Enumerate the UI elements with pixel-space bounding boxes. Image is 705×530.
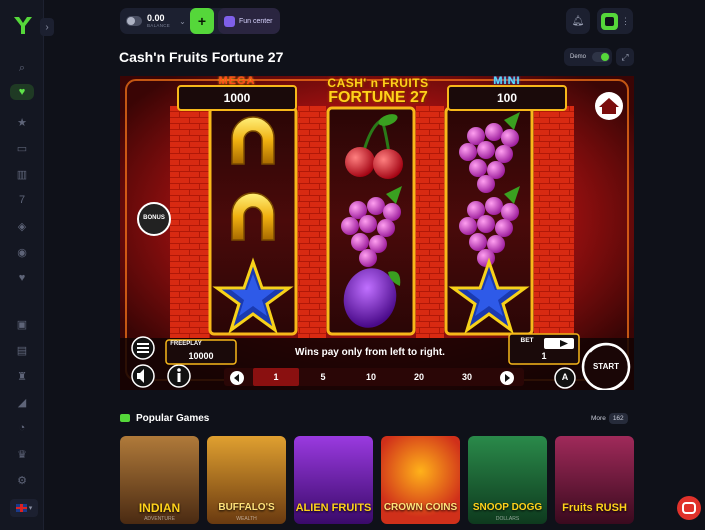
prev-line-icon[interactable]: [230, 371, 244, 385]
game-card-subtitle: DOLLARS: [495, 516, 520, 522]
info-icon[interactable]: [167, 364, 191, 388]
uk-flag-icon: [15, 504, 27, 512]
more-label: More: [591, 414, 606, 422]
game-card-title: INDIAN: [138, 501, 181, 515]
fun-center-button[interactable]: Fun center: [218, 8, 280, 34]
game-card[interactable]: INDIAN ADVENTURE: [120, 436, 199, 524]
avatar: [601, 12, 618, 30]
popular-games-list: INDIAN ADVENTURE BUFFALO'S WEALTH ALIEN …: [120, 436, 634, 530]
start-label: START: [592, 362, 620, 371]
freeplay-value: 10000: [188, 351, 214, 361]
balance-label: BALANCE: [147, 23, 171, 28]
game-card[interactable]: BUFFALO'S WEALTH: [207, 436, 286, 524]
chevron-down-icon: ⌄: [179, 16, 186, 26]
settings-icon[interactable]: ⚙: [14, 472, 30, 488]
line-option[interactable]: 1: [253, 368, 299, 386]
game-card-title: CROWN COINS: [383, 502, 458, 513]
home-icon[interactable]: [595, 92, 623, 120]
freeplay-label: FREEPLAY: [170, 341, 202, 347]
line-options: 1 5 10 20 30: [253, 368, 493, 386]
cards-icon[interactable]: ▭: [14, 140, 30, 156]
gamepad-icon: [224, 15, 235, 27]
game-card-title: Fruits RUSH: [562, 502, 627, 514]
balance-text: 0.00 BALANCE: [147, 13, 171, 29]
sidebar-collapse-button[interactable]: ›: [40, 18, 54, 36]
bet-label: BET: [520, 337, 534, 344]
jackpot-mini-label: MINI: [493, 76, 521, 87]
heart-icon[interactable]: ♥: [14, 270, 30, 286]
bell-icon: 🔔︎: [571, 15, 585, 27]
brand-logo-icon[interactable]: [12, 14, 34, 36]
game-card[interactable]: Fruits RUSH: [555, 436, 634, 524]
game-card-subtitle: WEALTH: [236, 516, 257, 522]
slots-icon[interactable]: ▥: [14, 166, 30, 182]
chips-icon[interactable]: ◉: [14, 244, 30, 260]
search-icon[interactable]: ⌕: [14, 60, 30, 76]
line-option[interactable]: 10: [347, 368, 395, 386]
jackpot-mega-value: 1000: [223, 91, 251, 105]
bet-value: 1: [541, 351, 547, 361]
gift-icon[interactable]: ▤: [14, 342, 30, 358]
favorites-icon[interactable]: ♥: [10, 84, 34, 100]
balance-amount: 0.00: [147, 13, 165, 23]
demo-switch-track: [592, 52, 611, 62]
balance-toggle-icon: [126, 16, 142, 26]
notifications-button[interactable]: 🔔︎: [566, 8, 590, 34]
star-icon[interactable]: ★: [14, 114, 30, 130]
page-title: Cash'n Fruits Fortune 27: [119, 49, 284, 65]
game-card-title: SNOOP DOGG: [472, 502, 543, 513]
language-selector[interactable]: ▾: [10, 499, 38, 517]
top-bar: 0.00 BALANCE ⌄ + Fun center 🔔︎ ⋮: [56, 8, 705, 34]
gamepad-icon: [120, 414, 130, 422]
line-option[interactable]: 5: [299, 368, 347, 386]
chat-icon[interactable]: ◔: [14, 420, 30, 436]
sound-icon[interactable]: [131, 364, 155, 388]
bonus-label: BONUS: [143, 215, 165, 221]
sidebar: › ⌕ ♥ ★ ▭ ▥ 7 ◈ ◉ ♥ ▣ ▤ ♜ ◢ ◔ ♛ ⚙ ▾: [0, 0, 54, 530]
more-vertical-icon: ⋮: [621, 15, 630, 26]
popular-games-title: Popular Games: [136, 413, 210, 424]
more-games-button[interactable]: More 162: [591, 410, 633, 426]
dice-icon[interactable]: ◈: [14, 218, 30, 234]
chevron-down-icon: ▾: [28, 505, 33, 512]
game-card[interactable]: ALIEN FRUITS: [294, 436, 373, 524]
crown-icon[interactable]: ♛: [14, 446, 30, 462]
win-message: Wins pay only from left to right.: [295, 347, 445, 358]
bet-toggle-icon[interactable]: [544, 338, 574, 349]
game-card-title: BUFFALO'S: [218, 502, 275, 513]
game-card-title: ALIEN FRUITS: [295, 502, 372, 514]
game-card[interactable]: SNOOP DOGG DOLLARS: [468, 436, 547, 524]
game-logo: CASH' n FRUITS FORTUNE 27: [296, 76, 460, 106]
game-frame[interactable]: CASH' n FRUITS FORTUNE 27 MEGA 1000 MINI…: [120, 76, 634, 390]
next-line-icon[interactable]: [500, 371, 514, 385]
game-card[interactable]: CROWN COINS: [381, 436, 460, 524]
line-option[interactable]: 30: [443, 368, 491, 386]
deposit-button[interactable]: +: [190, 8, 214, 34]
seven-icon[interactable]: 7: [14, 192, 30, 208]
demo-label: Demo: [570, 54, 587, 60]
jackpot-mega-label: MEGA: [218, 76, 256, 87]
jackpot-mini-value: 100: [496, 91, 518, 105]
profile-button[interactable]: ⋮: [597, 8, 633, 34]
trophy-icon[interactable]: ♜: [14, 368, 30, 384]
expand-icon: ⤢: [621, 51, 629, 62]
more-count-badge: 162: [608, 412, 628, 424]
megaphone-icon[interactable]: ◢: [14, 394, 30, 410]
game-logo-line2: FORTUNE 27: [328, 89, 428, 106]
fullscreen-button[interactable]: ⤢: [616, 48, 634, 66]
fun-center-label: Fun center: [239, 17, 273, 25]
demo-toggle[interactable]: Demo: [564, 48, 612, 66]
menu-icon[interactable]: [131, 336, 155, 360]
autoplay-label: A: [561, 372, 569, 382]
puzzle-icon[interactable]: ▣: [14, 316, 30, 332]
game-card-subtitle: ADVENTURE: [144, 516, 175, 522]
game-logo-line1: CASH' n FRUITS: [327, 76, 429, 90]
support-chat-button[interactable]: [677, 496, 701, 520]
line-option[interactable]: 20: [395, 368, 443, 386]
